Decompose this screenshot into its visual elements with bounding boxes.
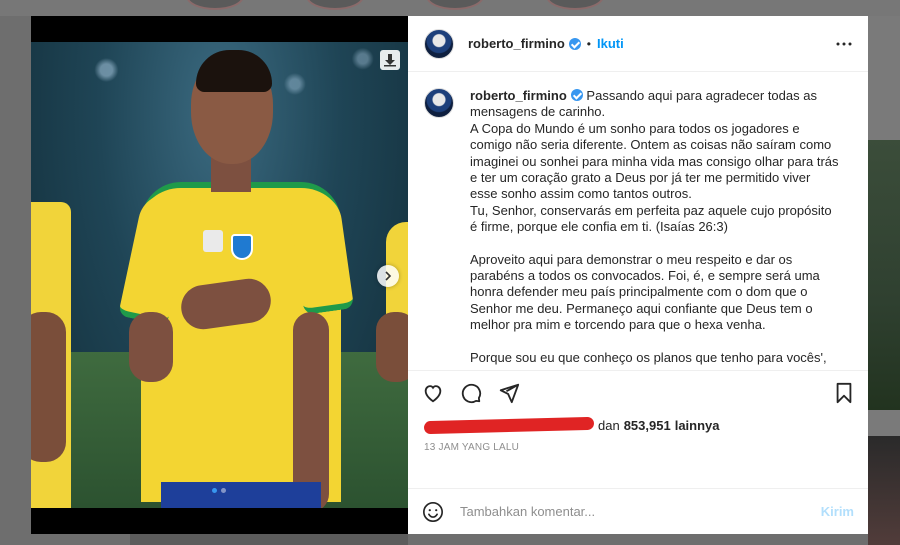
post-photo: [31, 42, 408, 508]
cbf-crest: [231, 234, 253, 260]
author-username[interactable]: roberto_firmino: [468, 36, 565, 51]
follow-button[interactable]: Ikuti: [597, 36, 624, 51]
comment-bar: Kirim: [408, 488, 868, 534]
brand-logo: [203, 230, 223, 252]
more-options-icon[interactable]: [836, 42, 852, 46]
bookmark-icon[interactable]: [834, 382, 854, 404]
caption-username[interactable]: roberto_firmino: [470, 88, 567, 103]
verified-badge-icon: [570, 89, 583, 101]
post-details-panel: roberto_firmino • Ikuti roberto_firmino …: [408, 16, 868, 534]
comment-input[interactable]: [460, 504, 821, 519]
likes-suffix: lainnya: [674, 417, 720, 433]
carousel-next-button[interactable]: [377, 265, 399, 287]
background-post-image: [868, 140, 900, 410]
post-comment-button[interactable]: Kirim: [821, 504, 854, 519]
player-arm: [129, 312, 173, 382]
post-timestamp[interactable]: 13 JAM YANG LALU: [408, 442, 868, 458]
likes-conjunction: dan: [598, 417, 620, 433]
carousel-dot-active: [212, 488, 217, 493]
player-shorts: [161, 482, 321, 508]
background-post-image: [868, 436, 900, 545]
teammate-right-arm: [376, 312, 408, 382]
emoji-icon[interactable]: [422, 501, 444, 523]
avatar[interactable]: [424, 28, 454, 59]
caption-paragraph-3: Porque sou eu que conheço os planos que …: [470, 349, 827, 368]
redacted-username-mark: [423, 416, 595, 434]
likes-summary[interactable]: dan 853,951 lainnya: [408, 414, 868, 436]
caption-paragraph-1: Passando aqui para agradecer todas as me…: [470, 88, 839, 235]
post-header: roberto_firmino • Ikuti: [408, 16, 868, 72]
comment-icon[interactable]: [460, 382, 482, 404]
avatar[interactable]: [424, 88, 454, 118]
teammate-left-arm: [31, 312, 66, 462]
background-post-image: [130, 533, 408, 545]
caption-paragraph-2: Aproveito aqui para demonstrar o meu res…: [470, 251, 820, 333]
post-modal: roberto_firmino • Ikuti roberto_firmino …: [31, 16, 868, 534]
caption-text: roberto_firmino Passando aqui para agrad…: [470, 88, 840, 368]
caption-section: roberto_firmino Passando aqui para agrad…: [408, 72, 868, 368]
player-arm: [293, 312, 329, 508]
verified-badge-icon: [568, 37, 581, 50]
download-icon[interactable]: [380, 50, 400, 70]
chevron-right-icon: [383, 271, 393, 281]
action-bar: [408, 370, 868, 414]
carousel-indicator: [212, 488, 226, 493]
share-icon[interactable]: [498, 382, 520, 404]
separator-dot: •: [586, 36, 591, 51]
heart-icon[interactable]: [422, 382, 444, 404]
carousel-dot: [221, 488, 226, 493]
likes-count: 853,951: [623, 417, 671, 433]
post-media[interactable]: [31, 16, 408, 534]
caption-paragraph: roberto_firmino Passando aqui para agrad…: [470, 88, 840, 236]
